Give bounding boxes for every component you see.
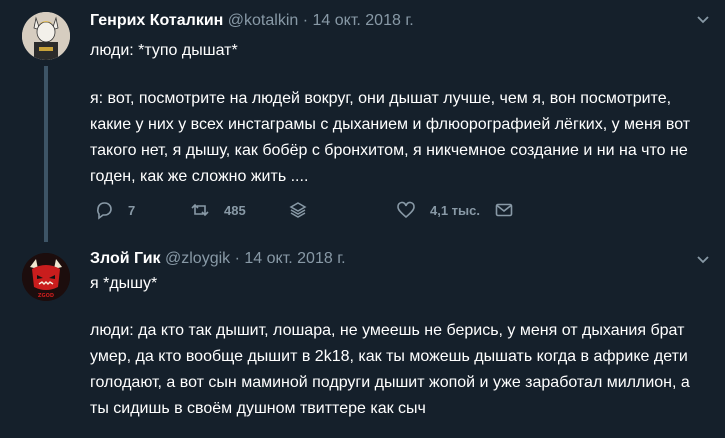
tweet-date[interactable]: 14 окт. 2018 г. [244,250,345,267]
tweet-text-line: я *дышу* [90,275,158,292]
avatar[interactable]: ZGOD [22,253,70,301]
tweet-header: Злой Гик @zloygik · 14 окт. 2018 г. [90,250,346,268]
avatar-logo-text: ZGOD [38,293,54,299]
message-button[interactable] [494,200,528,220]
retweet-button[interactable]: 485 [190,200,246,220]
author-name[interactable]: Злой Гик [90,250,161,267]
tweet-header: Генрих Коталкин @kotalkin · 14 окт. 2018… [90,12,414,30]
tweet-zloygik[interactable]: ZGOD Злой Гик @zloygik · 14 окт. 2018 г.… [0,240,725,438]
reply-count: 7 [128,202,136,218]
tweet-text-paragraph: я: вот, посмотрите на людей вокруг, они … [90,90,691,185]
tweet-actions: 7 485 4,1 тыс. [90,200,520,224]
thread-line [44,66,48,242]
chevron-down-icon[interactable] [695,12,711,28]
stack-icon [289,202,307,218]
like-button[interactable]: 4,1 тыс. [396,200,480,220]
retweet-count: 485 [224,202,246,218]
heart-icon [397,201,415,219]
avatar-illustration [22,12,70,60]
reply-button[interactable]: 7 [94,200,135,220]
tweet-text-line: люди: *тупо дышат* [90,42,238,59]
tweet-date[interactable]: 14 окт. 2018 г. [313,12,414,29]
envelope-icon [495,203,513,217]
stack-button[interactable] [288,200,322,220]
author-handle[interactable]: @zloygik [165,250,230,267]
tweet-kotalkin[interactable]: Генрих Коталкин @kotalkin · 14 окт. 2018… [0,0,725,242]
retweet-icon [191,203,209,217]
author-name[interactable]: Генрих Коталкин [90,12,223,29]
avatar[interactable] [22,12,70,60]
like-count: 4,1 тыс. [430,202,480,218]
author-handle[interactable]: @kotalkin [228,12,299,29]
tweet-text-paragraph: люди: да кто так дышит, лошара, не умееш… [90,322,690,417]
chevron-down-icon[interactable] [695,252,711,268]
reply-icon [97,202,112,220]
avatar-illustration: ZGOD [22,253,70,301]
header-separator: · [302,12,309,29]
header-separator: · [234,250,240,267]
